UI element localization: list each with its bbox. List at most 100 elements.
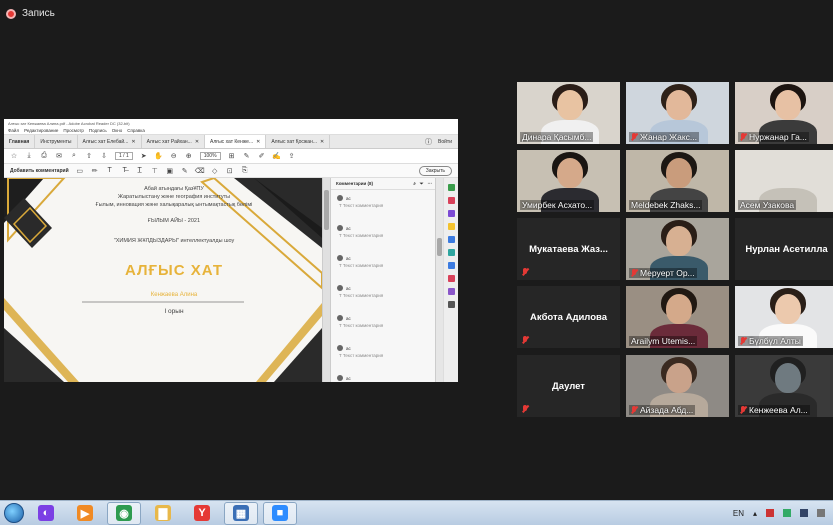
tab-document-1[interactable]: Алғыс хат Елебай... ✕ xyxy=(78,135,142,148)
menu-sign[interactable]: Подпись xyxy=(89,128,107,133)
share-icon[interactable]: ⇪ xyxy=(288,152,296,160)
text-box-icon[interactable]: ▣ xyxy=(166,167,174,175)
highlight-icon[interactable]: ✐ xyxy=(258,152,266,160)
more-tools-icon[interactable] xyxy=(447,301,455,308)
page-indicator[interactable]: 1 / 1 xyxy=(115,152,133,160)
attach-icon[interactable]: ⎘ xyxy=(241,167,249,175)
network-icon[interactable] xyxy=(783,509,791,517)
comment-item[interactable]: асT Текст комментария xyxy=(337,225,431,250)
taskbar-app[interactable]: ■ xyxy=(263,501,297,525)
taskbar-app[interactable]: ◐ xyxy=(29,502,63,525)
participant-tile[interactable]: Мукатаева Жаз... xyxy=(517,218,620,280)
help-icon[interactable]: ⓘ xyxy=(425,137,432,147)
comment-item[interactable]: асT Текст комментария xyxy=(337,315,431,340)
document-scrollbar[interactable] xyxy=(322,178,330,382)
more-icon[interactable]: ⋯ xyxy=(428,181,433,187)
close-icon[interactable]: ✕ xyxy=(195,139,199,145)
taskbar-app[interactable]: ▶ xyxy=(68,502,102,525)
tab-document-3[interactable]: Алғыс хат Кенже... ✕ xyxy=(205,135,267,148)
participant-tile[interactable]: Айзада Абд... xyxy=(626,355,729,417)
search-icon[interactable]: ⌕ xyxy=(413,181,416,186)
participant-tile[interactable]: Нуржанар Га... xyxy=(735,82,833,144)
sign-icon[interactable] xyxy=(447,275,455,282)
export-pdf-icon[interactable] xyxy=(447,184,455,191)
close-icon[interactable]: ✕ xyxy=(131,139,135,145)
comment-tool-icon[interactable] xyxy=(447,223,455,230)
taskbar-app[interactable]: ◉ xyxy=(107,501,141,525)
participant-tile[interactable]: Бүлбүл Алты xyxy=(735,286,833,348)
save-icon[interactable]: ⤓ xyxy=(25,152,33,160)
print-icon[interactable]: ⎙ xyxy=(40,152,48,160)
organize-icon[interactable] xyxy=(447,249,455,256)
next-page-icon[interactable]: ⇩ xyxy=(100,152,108,160)
edit-pdf-icon[interactable] xyxy=(447,210,455,217)
participant-tile[interactable]: Meldebek Zhaks... xyxy=(626,150,729,212)
menu-file[interactable]: Файл xyxy=(8,128,19,133)
volume-icon[interactable] xyxy=(800,509,808,517)
menu-view[interactable]: Просмотр xyxy=(63,128,84,133)
login-button[interactable]: Войти xyxy=(438,139,452,145)
strikethrough-icon[interactable]: T̶ xyxy=(121,167,129,175)
menu-help[interactable]: Справка xyxy=(127,128,145,133)
fill-sign-icon[interactable] xyxy=(447,288,455,295)
hand-icon[interactable]: ✋ xyxy=(154,152,163,160)
participant-tile[interactable]: Динара Қасымб... xyxy=(517,82,620,144)
start-button[interactable] xyxy=(4,503,24,523)
participant-tile[interactable]: Arailym Utemis... xyxy=(626,286,729,348)
prev-page-icon[interactable]: ⇧ xyxy=(85,152,93,160)
search-icon[interactable]: ⌕ xyxy=(70,152,78,160)
participant-tile[interactable]: Асем Узакова xyxy=(735,150,833,212)
combine-icon[interactable] xyxy=(447,236,455,243)
signature-icon[interactable]: ✍ xyxy=(272,152,281,160)
participant-tile[interactable]: Умирбек Асхато... xyxy=(517,150,620,212)
menu-window[interactable]: Окно xyxy=(112,128,122,133)
protect-icon[interactable] xyxy=(447,262,455,269)
language-indicator[interactable]: EN xyxy=(733,509,744,518)
star-icon[interactable]: ☆ xyxy=(10,152,18,160)
pencil-icon[interactable]: ✎ xyxy=(181,167,189,175)
comment-item[interactable]: асT Текст комментария xyxy=(337,345,431,370)
participant-tile[interactable]: Кенжеева Ал... xyxy=(735,355,833,417)
text-icon[interactable]: T xyxy=(106,167,114,175)
tab-document-4[interactable]: Алғыс хат Қосжан... ✕ xyxy=(266,135,331,148)
close-icon[interactable]: ✕ xyxy=(320,139,324,145)
antivirus-icon[interactable] xyxy=(766,509,774,517)
expand-tray-icon[interactable]: ▴ xyxy=(753,509,757,518)
comment-item[interactable]: асT Текст комментария xyxy=(337,255,431,280)
document-view[interactable]: Абай атындағы ҚазҰПУ Жаратылыстану және … xyxy=(4,178,322,382)
taskbar-app[interactable]: Y xyxy=(185,502,219,525)
create-pdf-icon[interactable] xyxy=(447,197,455,204)
close-icon[interactable]: ✕ xyxy=(256,139,260,145)
mail-icon[interactable]: ✉ xyxy=(55,152,63,160)
shapes-icon[interactable]: ◇ xyxy=(211,167,219,175)
comments-scrollbar[interactable] xyxy=(435,178,443,382)
zoom-out-icon[interactable]: ⊖ xyxy=(170,152,178,160)
cursor-icon[interactable]: ➤ xyxy=(140,152,148,160)
participant-tile[interactable]: Меруерт Ор... xyxy=(626,218,729,280)
zoom-select[interactable]: 100% xyxy=(199,152,221,160)
fit-page-icon[interactable]: ⊞ xyxy=(228,152,236,160)
participant-tile[interactable]: Даулет xyxy=(517,355,620,417)
tab-tools[interactable]: Инструменты xyxy=(35,135,78,148)
eraser-icon[interactable]: ⌫ xyxy=(195,167,205,175)
menu-edit[interactable]: Редактирование xyxy=(24,128,58,133)
underline-icon[interactable]: T̲ xyxy=(136,167,144,175)
stamp-icon[interactable]: ⊡ xyxy=(226,167,234,175)
filter-icon[interactable]: ⏷ xyxy=(420,181,424,186)
highlight-text-icon[interactable]: ✏ xyxy=(91,167,99,175)
tab-home[interactable]: Главная xyxy=(4,135,36,148)
replace-text-icon[interactable]: ⊤ xyxy=(151,167,159,175)
comment-item[interactable]: асT Текст комментария xyxy=(337,285,431,310)
tab-document-2[interactable]: Алғыс хат Райхан... ✕ xyxy=(142,135,206,148)
sticky-note-icon[interactable]: ▭ xyxy=(76,167,84,175)
comment-item[interactable]: асT Текст комментария xyxy=(337,195,431,220)
participant-tile[interactable]: Акбота Адилова xyxy=(517,286,620,348)
comment-icon[interactable]: ✎ xyxy=(243,152,251,160)
taskbar-app[interactable]: ▇ xyxy=(146,502,180,525)
participant-tile[interactable]: Жанар Жакс... xyxy=(626,82,729,144)
battery-icon[interactable] xyxy=(817,509,825,517)
recording-indicator[interactable]: Запись xyxy=(6,8,55,19)
taskbar-app[interactable]: ▦ xyxy=(224,501,258,525)
zoom-in-icon[interactable]: ⊕ xyxy=(185,152,193,160)
participant-tile[interactable]: Нурлан Асетилла xyxy=(735,218,833,280)
